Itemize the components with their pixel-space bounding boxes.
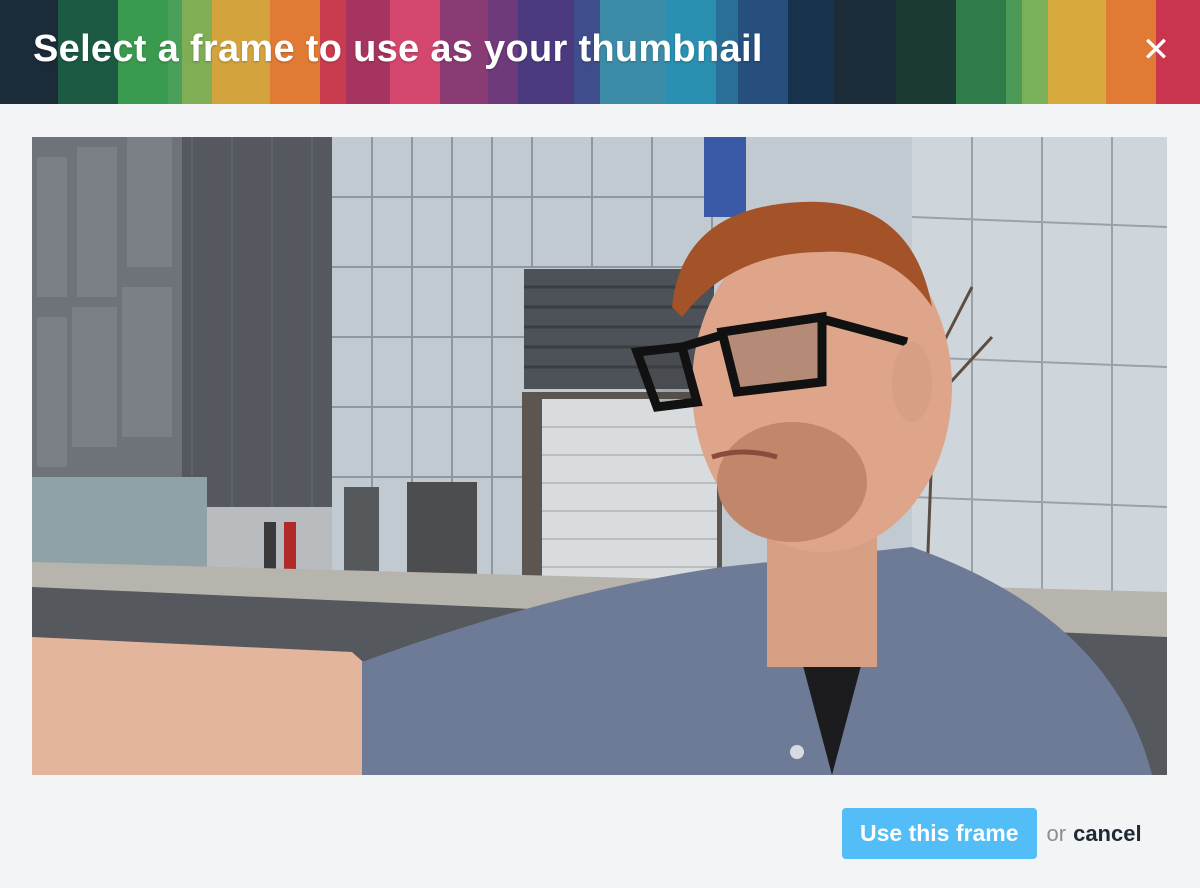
dialog-header: Select a frame to use as your thumbnail …	[0, 0, 1200, 104]
or-label: or	[1046, 820, 1067, 846]
thumbnail-dialog: Select a frame to use as your thumbnail …	[0, 0, 1200, 888]
close-icon: ✕	[1141, 31, 1171, 69]
close-button[interactable]: ✕	[1136, 30, 1176, 70]
use-this-frame-button[interactable]: Use this frame	[842, 808, 1037, 859]
dialog-actions: Use this frame or cancel	[842, 808, 1142, 859]
dialog-title: Select a frame to use as your thumbnail	[33, 28, 763, 70]
video-frame-image	[32, 137, 1167, 775]
cancel-link[interactable]: cancel	[1073, 821, 1142, 847]
video-frame-preview[interactable]	[32, 137, 1167, 775]
